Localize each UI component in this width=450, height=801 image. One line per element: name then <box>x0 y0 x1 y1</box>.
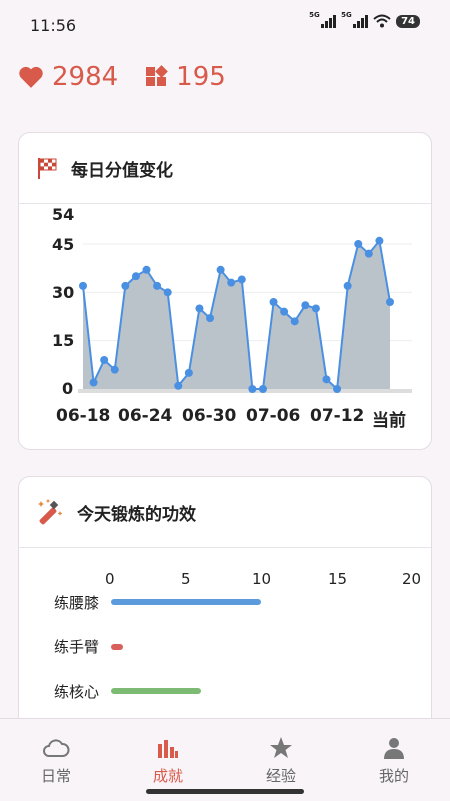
x-tick-label: 06-30 <box>182 406 237 426</box>
wifi-icon <box>373 14 391 28</box>
card-title: 今天锻炼的功效 <box>77 504 196 525</box>
y-tick-label: 15 <box>52 331 75 350</box>
signal-icon: 5G <box>309 11 337 28</box>
y-tick-label: 0 <box>62 379 74 398</box>
status-icons: 5G 5G 74 <box>309 11 420 28</box>
x-tick-label: 当前 <box>372 411 406 431</box>
bar-label: 练手臂 <box>54 638 100 656</box>
tab-label: 日常 <box>40 767 71 785</box>
magic-wand-icon <box>38 499 63 525</box>
x-tick-label: 0 <box>105 570 115 588</box>
home-indicator <box>146 789 304 794</box>
star-icon <box>270 737 292 758</box>
y-tick-label: 45 <box>52 235 75 254</box>
blocks-count: 195 <box>176 62 226 92</box>
tab-label: 经验 <box>265 767 296 785</box>
network-type-label: 5G <box>309 11 320 19</box>
stats-row: 2984 195 <box>18 62 252 92</box>
bar-core <box>111 688 201 694</box>
x-tick-label: 06-18 <box>56 406 111 426</box>
person-icon <box>384 738 404 759</box>
tab-profile[interactable]: 我的 <box>359 735 429 786</box>
tab-achievements[interactable]: 成就 <box>133 735 203 786</box>
bar-chart-icon <box>158 740 178 758</box>
y-tick-label: 54 <box>52 205 75 224</box>
bar-label: 练腰膝 <box>54 594 100 612</box>
bar-arm <box>111 644 123 650</box>
cloud-icon <box>43 739 70 757</box>
checkered-flag-icon <box>38 158 57 179</box>
card-header: 今天锻炼的功效 <box>19 477 431 548</box>
status-time: 11:56 <box>30 16 77 35</box>
x-tick-label: 10 <box>252 570 272 588</box>
x-tick-label: 07-06 <box>246 406 301 426</box>
card-header: 每日分值变化 <box>19 133 431 204</box>
bar-leg-waist <box>111 599 261 605</box>
tab-label: 我的 <box>378 767 409 785</box>
y-tick-label: 30 <box>52 283 75 302</box>
blocks-stat: 195 <box>144 62 226 92</box>
x-tick-label: 06-24 <box>118 406 173 426</box>
card-title: 每日分值变化 <box>71 160 173 181</box>
battery-icon: 74 <box>396 14 420 28</box>
likes-count: 2984 <box>52 62 119 92</box>
x-tick-label: 15 <box>328 570 348 588</box>
status-bar: 11:56 5G 5G 74 <box>0 0 450 50</box>
daily-score-card: 每日分值变化 <box>18 132 432 450</box>
likes-stat: 2984 <box>18 62 118 92</box>
network-type-label: 5G <box>341 11 352 19</box>
tab-label: 成就 <box>152 767 183 785</box>
bar-label: 练核心 <box>54 683 100 701</box>
signal-icon: 5G <box>341 11 369 28</box>
x-tick-label: 20 <box>402 570 422 588</box>
tab-experience[interactable]: 经验 <box>246 735 316 786</box>
tab-daily[interactable]: 日常 <box>21 735 91 786</box>
x-tick-label: 07-12 <box>310 406 365 426</box>
blocks-icon <box>146 65 169 86</box>
x-tick-label: 5 <box>181 570 191 588</box>
heart-icon <box>19 66 43 88</box>
